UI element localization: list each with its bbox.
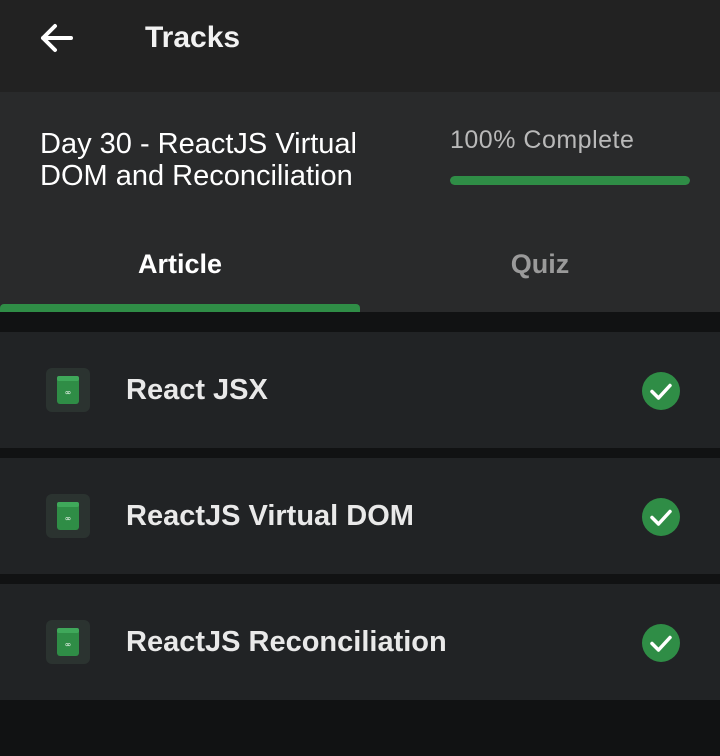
list-item-label: React JSX (126, 373, 268, 406)
svg-text:∞: ∞ (65, 514, 72, 523)
check-circle-icon (642, 624, 680, 662)
page-title: Tracks (145, 21, 241, 54)
list-item[interactable]: ∞ ReactJS Reconciliation (0, 584, 720, 700)
check-circle-icon (642, 498, 680, 536)
article-list: ∞ React JSX ∞ ReactJS Virtual DOM ∞ Reac… (0, 332, 720, 710)
article-icon: ∞ (46, 620, 90, 664)
list-item-label: ReactJS Virtual DOM (126, 499, 414, 532)
tab-bar: Article Quiz (0, 216, 720, 312)
arrow-left-icon (41, 24, 73, 52)
active-tab-indicator (0, 304, 360, 312)
check-circle-icon (642, 372, 680, 410)
progress-bar (450, 176, 690, 185)
svg-text:∞: ∞ (65, 640, 72, 649)
progress-label: 100% Complete (450, 126, 635, 154)
app-bar: Tracks (0, 0, 720, 92)
article-icon: ∞ (46, 494, 90, 538)
list-item-label: ReactJS Reconciliation (126, 625, 447, 658)
svg-text:∞: ∞ (65, 388, 72, 397)
progress-bar-fill (450, 176, 690, 185)
back-button[interactable] (36, 18, 76, 58)
tab-quiz-label: Quiz (510, 248, 570, 279)
list-item[interactable]: ∞ ReactJS Virtual DOM (0, 458, 720, 574)
tab-article-label: Article (137, 248, 223, 279)
lesson-title-line1: Day 30 - ReactJS Virtual (40, 128, 357, 160)
lesson-title-line2: DOM and Reconciliation (40, 160, 353, 192)
lesson-header: Day 30 - ReactJS Virtual DOM and Reconci… (0, 92, 720, 216)
tab-quiz[interactable]: Quiz (360, 216, 720, 312)
article-icon: ∞ (46, 368, 90, 412)
tab-article[interactable]: Article (0, 216, 360, 312)
list-item[interactable]: ∞ React JSX (0, 332, 720, 448)
app-screen: Tracks Day 30 - ReactJS Virtual DOM and … (0, 0, 720, 756)
lesson-title: Day 30 - ReactJS Virtual DOM and Reconci… (40, 128, 440, 192)
